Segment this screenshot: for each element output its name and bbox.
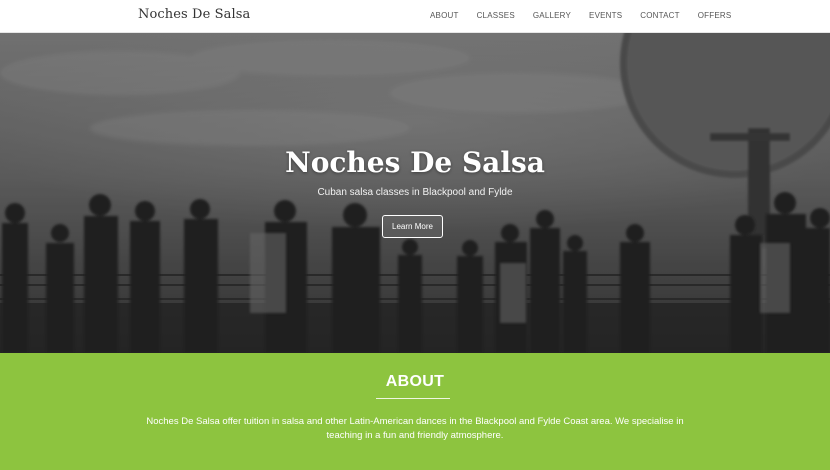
learn-more-button[interactable]: Learn More	[382, 215, 443, 238]
nav-link-classes[interactable]: CLASSES	[477, 11, 515, 20]
nav-link-contact[interactable]: CONTACT	[640, 11, 679, 20]
nav-link-gallery[interactable]: GALLERY	[533, 11, 571, 20]
hero-section: Noches De Salsa Cuban salsa classes in B…	[0, 33, 830, 353]
navbar: Noches De Salsa ABOUT CLASSES GALLERY EV…	[0, 0, 830, 33]
about-section: ABOUT Noches De Salsa offer tuition in s…	[0, 353, 830, 470]
nav-links: ABOUT CLASSES GALLERY EVENTS CONTACT OFF…	[430, 11, 749, 20]
hero-subtitle: Cuban salsa classes in Blackpool and Fyl…	[317, 187, 513, 198]
nav-link-offers[interactable]: OFFERS	[698, 11, 732, 20]
nav-link-events[interactable]: EVENTS	[589, 11, 622, 20]
about-text: Noches De Salsa offer tuition in salsa a…	[146, 416, 684, 441]
hero-title: Noches De Salsa	[285, 146, 545, 179]
about-heading: ABOUT	[385, 373, 445, 390]
brand-link[interactable]: Noches De Salsa	[138, 7, 250, 22]
about-divider	[376, 398, 450, 399]
nav-link-about[interactable]: ABOUT	[430, 11, 459, 20]
